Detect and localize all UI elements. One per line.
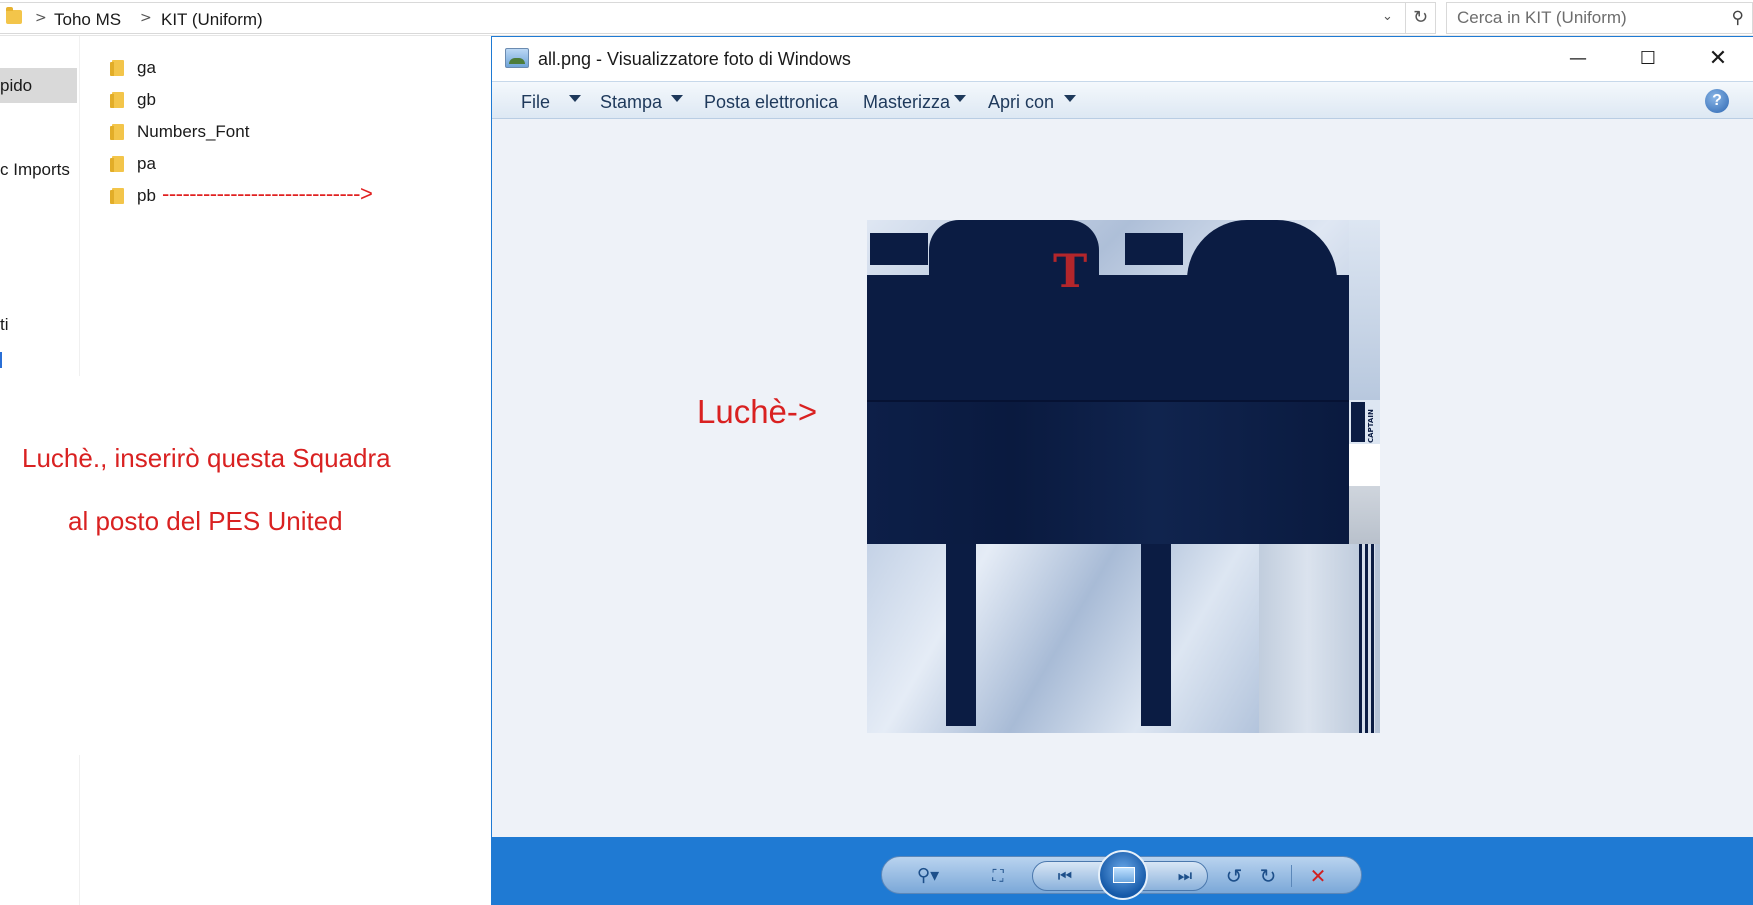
playback-controls: ⚲▾ ⛶ ⏮ ⏭ ↺ ↻ ✕ (881, 850, 1362, 900)
menu-stampa[interactable]: Stampa (600, 92, 662, 113)
folder-icon (110, 187, 126, 205)
pane-divider (79, 755, 80, 905)
texture-shorts-stripe (946, 544, 976, 726)
folder-icon (110, 155, 126, 173)
texture-captain-band (1351, 402, 1365, 442)
menu-masterizza-dropdown-icon[interactable] (954, 95, 966, 102)
file-name: pa (137, 154, 156, 173)
nav-item-quick-access[interactable]: pido (0, 68, 77, 103)
folder-icon (110, 123, 126, 141)
annotation-luche-arrow: Luchè-> (697, 393, 818, 430)
menu-apri-con[interactable]: Apri con (988, 92, 1054, 113)
refresh-icon[interactable]: ↻ (1406, 2, 1436, 34)
control-divider (1291, 865, 1292, 887)
actual-size-icon[interactable]: ⛶ (984, 863, 1012, 889)
photo-viewer-app-icon (505, 48, 529, 68)
list-item-pb[interactable]: pb (110, 183, 156, 209)
close-button[interactable]: ✕ (1683, 37, 1753, 81)
maximize-button[interactable]: ☐ (1613, 37, 1683, 81)
slideshow-button[interactable] (1098, 850, 1148, 900)
nav-item-ti[interactable]: ti (0, 315, 9, 335)
folder-icon (110, 91, 126, 109)
texture-blank-area (1349, 444, 1380, 486)
pane-divider (79, 36, 80, 376)
zoom-icon[interactable]: ⚲▾ (910, 863, 946, 889)
texture-shirt-back-lower (1117, 275, 1349, 400)
breadcrumb-separator: > (35, 10, 47, 26)
file-name: pb (137, 186, 156, 205)
address-bar: > Toho MS > KIT (Uniform) ⌄ ↻ ⚲ (0, 0, 1753, 36)
annotation-arrow: -----------------------------> (162, 181, 373, 206)
menu-file[interactable]: File (521, 92, 550, 113)
file-name: Numbers_Font (137, 122, 250, 141)
previous-icon[interactable]: ⏮ (1047, 863, 1083, 889)
nav-item-imports[interactable]: c Imports (0, 160, 70, 180)
next-icon[interactable]: ⏭ (1167, 863, 1203, 889)
chevron-down-icon[interactable]: ⌄ (1382, 9, 1393, 24)
search-icon[interactable]: ⚲ (1732, 8, 1744, 28)
texture-side-strip (1349, 220, 1380, 400)
list-item-gb[interactable]: gb (110, 87, 156, 113)
search-input[interactable] (1447, 3, 1717, 33)
menu-stampa-dropdown-icon[interactable] (671, 95, 683, 102)
address-box[interactable]: > Toho MS > KIT (Uniform) ⌄ (0, 2, 1406, 34)
rotate-right-icon[interactable]: ↻ (1254, 863, 1282, 889)
file-name: gb (137, 90, 156, 109)
texture-shorts (867, 544, 1259, 733)
menu-posta-elettronica[interactable]: Posta elettronica (704, 92, 838, 113)
delete-icon[interactable]: ✕ (1304, 863, 1332, 889)
breadcrumb-item-toho-ms[interactable]: Toho MS (54, 10, 121, 30)
menu-masterizza[interactable]: Masterizza (863, 92, 950, 113)
texture-shirt-body (867, 400, 1349, 544)
kit-texture-image: T CAPTAIN (867, 220, 1380, 733)
texture-captain-label: CAPTAIN (1367, 409, 1375, 443)
folder-icon (6, 7, 22, 24)
texture-gray-area (1349, 486, 1380, 544)
texture-shorts-stripe (1141, 544, 1171, 726)
texture-sock-stripes (1359, 544, 1375, 733)
nav-selection-mark (0, 352, 2, 368)
viewer-title-bar[interactable]: all.png - Visualizzatore foto di Windows… (492, 37, 1753, 81)
list-item-numbers-font[interactable]: Numbers_Font (110, 119, 249, 145)
breadcrumb-separator: > (140, 10, 152, 26)
minimize-button[interactable]: — (1543, 37, 1613, 81)
breadcrumb-item-kit-uniform[interactable]: KIT (Uniform) (161, 10, 263, 30)
folder-icon (110, 59, 126, 77)
annotation-note-line1: Luchè., inserirò questa Squadra (22, 443, 391, 473)
annotation-note-line2: al posto del PES United (68, 506, 343, 536)
help-icon[interactable]: ? (1705, 89, 1729, 113)
list-item-pa[interactable]: pa (110, 151, 156, 177)
slideshow-icon (1113, 867, 1135, 883)
file-name: ga (137, 58, 156, 77)
search-box: ⚲ (1446, 2, 1753, 34)
viewer-menu-bar: File Stampa Posta elettronica Masterizza… (492, 81, 1753, 119)
texture-sleeve-patch (1125, 233, 1183, 265)
texture-sleeve-patch (870, 233, 928, 265)
viewer-control-bar: ⚲▾ ⛶ ⏮ ⏭ ↺ ↻ ✕ (492, 837, 1753, 905)
menu-apri-con-dropdown-icon[interactable] (1064, 95, 1076, 102)
window-title: all.png - Visualizzatore foto di Windows (538, 49, 851, 69)
rotate-left-icon[interactable]: ↺ (1220, 863, 1248, 889)
menu-file-dropdown-icon[interactable] (569, 95, 581, 102)
texture-logo-letter: T (1053, 244, 1088, 298)
list-item-ga[interactable]: ga (110, 55, 156, 81)
